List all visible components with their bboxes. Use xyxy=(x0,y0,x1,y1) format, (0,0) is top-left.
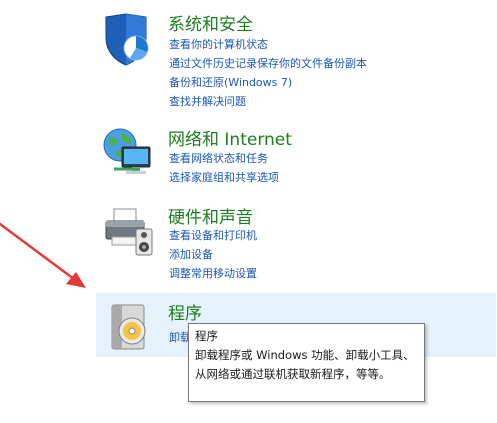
link-mobility-settings[interactable]: 调整常用移动设置 xyxy=(169,264,257,283)
category-links-network-internet: 查看网络状态和任务 选择家庭组和共享选项 xyxy=(169,149,279,187)
printer-speaker-icon[interactable] xyxy=(100,205,156,261)
category-system-security: 系统和安全 查看你的计算机状态 通过文件历史记录保存你的文件备份副本 备份和还原… xyxy=(96,0,496,115)
tooltip-title: 程序 xyxy=(195,329,218,343)
category-title-network-internet[interactable]: 网络和 Internet xyxy=(168,125,292,150)
category-title-system-security[interactable]: 系统和安全 xyxy=(168,10,253,35)
category-links-hardware-sound: 查看设备和打印机 添加设备 调整常用移动设置 xyxy=(169,226,257,283)
shield-icon[interactable] xyxy=(100,12,156,68)
control-panel-category-view: 系统和安全 查看你的计算机状态 通过文件历史记录保存你的文件备份副本 备份和还原… xyxy=(0,0,497,423)
link-add-device[interactable]: 添加设备 xyxy=(169,245,257,264)
link-network-status[interactable]: 查看网络状态和任务 xyxy=(169,149,279,168)
category-hardware-sound: 硬件和声音 查看设备和打印机 添加设备 调整常用移动设置 xyxy=(96,195,496,290)
category-network-internet: 网络和 Internet 查看网络状态和任务 选择家庭组和共享选项 xyxy=(96,115,496,195)
link-file-history-backup[interactable]: 通过文件历史记录保存你的文件备份副本 xyxy=(169,54,367,73)
link-troubleshoot[interactable]: 查找并解决问题 xyxy=(169,92,367,111)
category-links-system-security: 查看你的计算机状态 通过文件历史记录保存你的文件备份副本 备份和还原(Windo… xyxy=(169,35,367,111)
tooltip-description: 卸载程序或 Windows 功能、卸载小工具、从网络或通过联机获取新程序，等等。 xyxy=(195,348,415,381)
category-title-hardware-sound[interactable]: 硬件和声音 xyxy=(168,203,253,228)
link-view-computer-status[interactable]: 查看你的计算机状态 xyxy=(169,35,367,54)
annotation-arrow-icon xyxy=(0,222,86,288)
link-homegroup-sharing[interactable]: 选择家庭组和共享选项 xyxy=(169,168,279,187)
category-title-programs[interactable]: 程序 xyxy=(168,299,202,324)
link-devices-printers[interactable]: 查看设备和打印机 xyxy=(169,226,257,245)
link-backup-restore[interactable]: 备份和还原(Windows 7) xyxy=(169,73,367,92)
programs-disc-box-icon[interactable] xyxy=(100,299,156,355)
network-globe-icon[interactable] xyxy=(100,125,156,181)
programs-tooltip: 程序 卸载程序或 Windows 功能、卸载小工具、从网络或通过联机获取新程序，… xyxy=(188,323,425,402)
